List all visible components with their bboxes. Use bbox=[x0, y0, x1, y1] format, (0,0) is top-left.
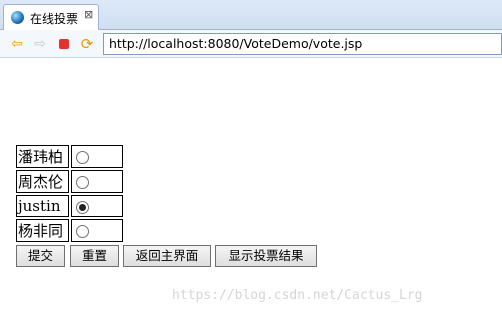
vote-radio[interactable] bbox=[76, 151, 89, 164]
vote-row: 潘玮柏 bbox=[16, 145, 123, 168]
vote-row: 杨非同 bbox=[16, 219, 123, 242]
submit-button[interactable]: 提交 bbox=[16, 245, 65, 267]
watermark-text: https://blog.csdn.net/Cactus_Lrg bbox=[172, 288, 423, 303]
vote-radio-cell bbox=[71, 170, 123, 193]
tab-strip: 在线投票 ⊠ bbox=[0, 0, 502, 31]
vote-radio[interactable] bbox=[76, 225, 89, 238]
refresh-icon[interactable]: ⟳ bbox=[79, 36, 95, 52]
vote-row: justin bbox=[16, 195, 123, 217]
url-text[interactable]: http://localhost:8080/VoteDemo/vote.jsp bbox=[109, 36, 362, 51]
vote-radio-cell bbox=[71, 219, 123, 242]
globe-icon bbox=[11, 11, 24, 24]
stop-icon[interactable] bbox=[56, 36, 72, 52]
candidate-name: 潘玮柏 bbox=[16, 145, 69, 168]
navigation-bar: ⇦ ⇨ ⟳ http://localhost:8080/VoteDemo/vot… bbox=[0, 30, 502, 58]
forward-arrow-icon[interactable]: ⇨ bbox=[32, 36, 48, 52]
vote-row: 周杰伦 bbox=[16, 170, 123, 193]
vote-radio-selected[interactable] bbox=[76, 200, 89, 214]
vote-table: 潘玮柏 周杰伦 justin 杨非同 bbox=[14, 143, 125, 244]
candidate-name: 周杰伦 bbox=[16, 170, 69, 193]
back-to-main-button[interactable]: 返回主界面 bbox=[123, 245, 211, 267]
candidate-name: 杨非同 bbox=[16, 219, 69, 242]
tab-title: 在线投票 bbox=[30, 12, 79, 26]
close-tab-icon[interactable]: ⊠ bbox=[84, 8, 93, 21]
vote-radio[interactable] bbox=[76, 176, 89, 189]
vote-radio-cell bbox=[71, 195, 123, 217]
reset-button[interactable]: 重置 bbox=[70, 245, 119, 267]
candidate-name: justin bbox=[16, 195, 69, 217]
show-results-button[interactable]: 显示投票结果 bbox=[215, 245, 317, 267]
back-arrow-icon[interactable]: ⇦ bbox=[9, 36, 25, 52]
address-bar[interactable]: http://localhost:8080/VoteDemo/vote.jsp bbox=[103, 33, 502, 55]
tab-vote[interactable]: 在线投票 ⊠ bbox=[3, 4, 99, 31]
vote-radio-cell bbox=[71, 145, 123, 168]
